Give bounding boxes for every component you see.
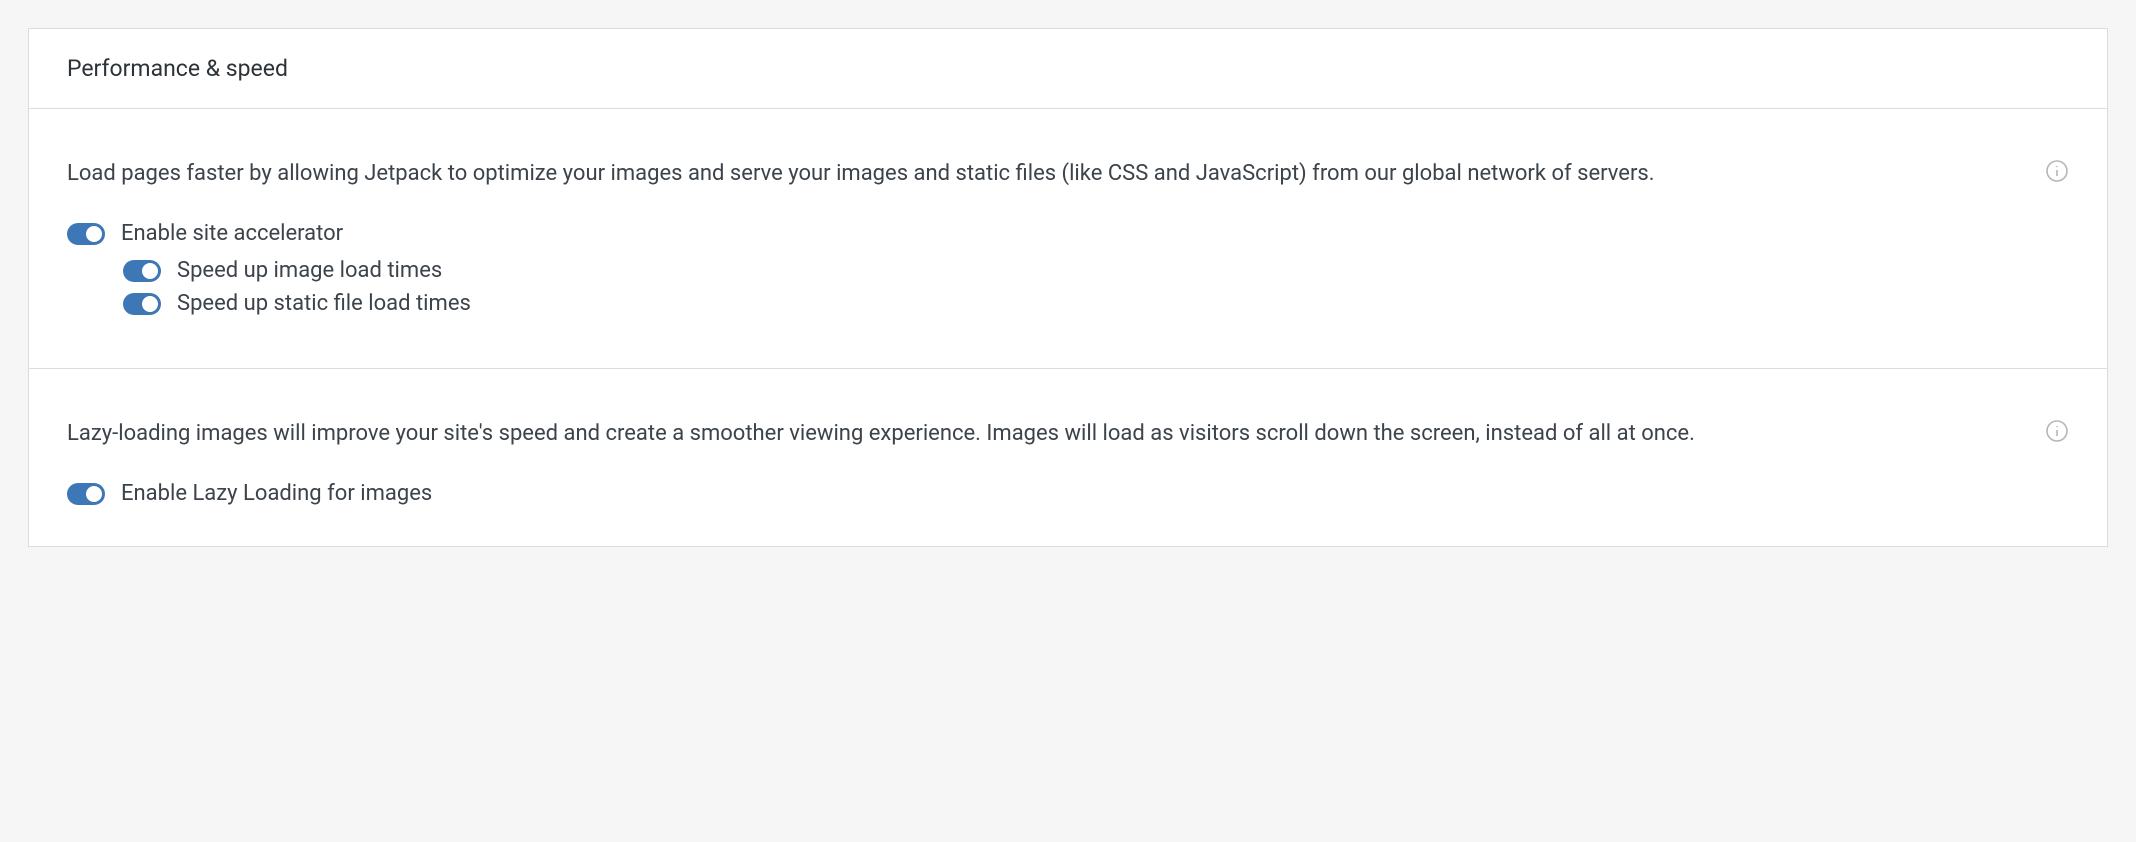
enable-accelerator-row: Enable site accelerator bbox=[67, 221, 2019, 246]
accelerator-sub-toggles: Speed up image load times Speed up stati… bbox=[123, 258, 2019, 316]
accelerator-description: Load pages faster by allowing Jetpack to… bbox=[67, 157, 1887, 191]
speed-up-images-row: Speed up image load times bbox=[123, 258, 2019, 283]
enable-lazy-toggle[interactable] bbox=[67, 483, 105, 505]
section-content: Load pages faster by allowing Jetpack to… bbox=[67, 157, 2019, 316]
info-col bbox=[2019, 417, 2069, 443]
speed-up-images-toggle[interactable] bbox=[123, 260, 161, 282]
speed-up-static-toggle[interactable] bbox=[123, 293, 161, 315]
enable-accelerator-label: Enable site accelerator bbox=[121, 221, 343, 246]
performance-card: Performance & speed Load pages faster by… bbox=[28, 28, 2108, 547]
lazy-loading-section: Lazy-loading images will improve your si… bbox=[29, 369, 2107, 546]
enable-lazy-row: Enable Lazy Loading for images bbox=[67, 481, 2019, 506]
enable-accelerator-toggle[interactable] bbox=[67, 223, 105, 245]
info-icon[interactable] bbox=[2045, 419, 2069, 443]
info-col bbox=[2019, 157, 2069, 183]
lazy-description: Lazy-loading images will improve your si… bbox=[67, 417, 1887, 451]
info-icon[interactable] bbox=[2045, 159, 2069, 183]
site-accelerator-section: Load pages faster by allowing Jetpack to… bbox=[29, 109, 2107, 369]
section-content: Lazy-loading images will improve your si… bbox=[67, 417, 2019, 506]
speed-up-images-label: Speed up image load times bbox=[177, 258, 442, 283]
settings-page: Performance & speed Load pages faster by… bbox=[0, 0, 2136, 842]
card-header: Performance & speed bbox=[29, 29, 2107, 109]
speed-up-static-label: Speed up static file load times bbox=[177, 291, 471, 316]
card-title: Performance & speed bbox=[67, 55, 288, 82]
enable-lazy-label: Enable Lazy Loading for images bbox=[121, 481, 432, 506]
speed-up-static-row: Speed up static file load times bbox=[123, 291, 2019, 316]
